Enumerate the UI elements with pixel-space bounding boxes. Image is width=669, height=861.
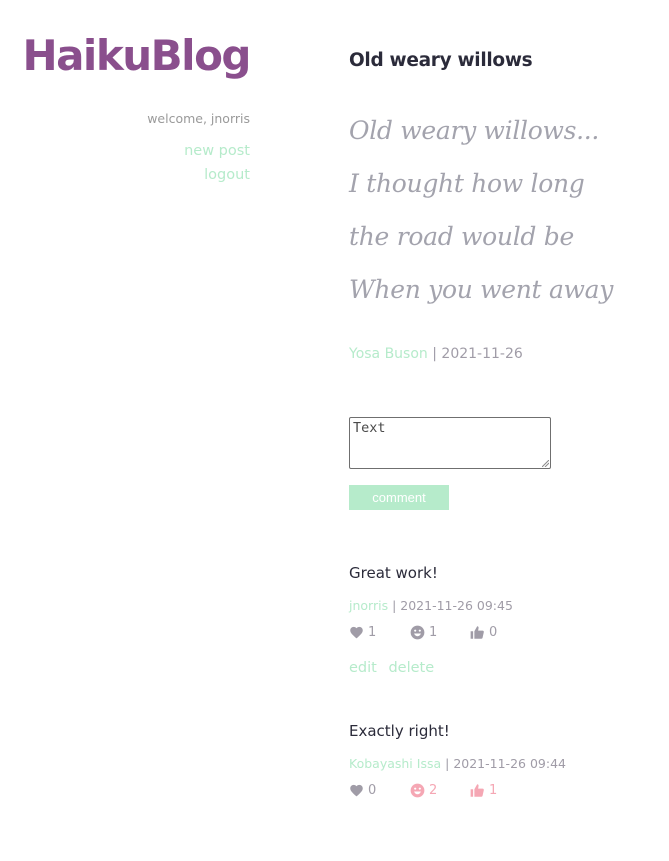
comment-text: Great work!: [349, 564, 438, 582]
comment-button[interactable]: comment: [349, 485, 449, 510]
comment-timestamp: 2021-11-26 09:44: [453, 756, 566, 771]
thumbs-reaction-button[interactable]: 0: [470, 625, 497, 640]
heart-count: 1: [368, 625, 377, 640]
thumbs-reaction-button[interactable]: 1: [470, 783, 497, 798]
thumbs-up-icon: [470, 784, 484, 797]
post-date: 2021-11-26: [441, 346, 523, 362]
comment-actions: edit delete: [349, 660, 441, 676]
haiku-line: When you went away: [349, 275, 614, 304]
comment-author-link[interactable]: jnorris: [349, 598, 388, 613]
heart-icon: [350, 784, 363, 797]
thumbs-count: 1: [489, 783, 498, 798]
comment-author-link[interactable]: Kobayashi Issa: [349, 756, 441, 771]
post-author-link[interactable]: Yosa Buson: [349, 346, 428, 362]
comment-timestamp: 2021-11-26 09:45: [400, 598, 513, 613]
heart-reaction-button[interactable]: 0: [349, 783, 376, 798]
heart-reaction-button[interactable]: 1: [349, 625, 376, 640]
smile-icon: [410, 625, 425, 640]
site-logo[interactable]: HaikuBlog: [22, 31, 251, 80]
smile-reaction-button[interactable]: 2: [410, 783, 437, 798]
meta-separator: |: [445, 756, 450, 771]
meta-separator: |: [432, 346, 437, 362]
comment-text: Exactly right!: [349, 722, 450, 740]
haiku-line: the road would be: [349, 222, 574, 251]
heart-count: 0: [368, 783, 377, 798]
edit-comment-link[interactable]: edit: [349, 660, 377, 676]
heart-icon: [350, 626, 363, 639]
new-post-link[interactable]: new post: [184, 143, 250, 159]
comment-meta: jnorris | 2021-11-26 09:45: [349, 598, 513, 613]
smile-icon: [410, 783, 425, 798]
comment-meta: Kobayashi Issa | 2021-11-26 09:44: [349, 756, 566, 771]
logout-link[interactable]: logout: [204, 167, 250, 183]
thumbs-up-icon: [470, 626, 484, 639]
haiku-line: Old weary willows...: [349, 116, 600, 145]
comment-input[interactable]: [349, 417, 551, 469]
smile-count: 2: [429, 783, 438, 798]
thumbs-count: 0: [489, 625, 498, 640]
post-meta: Yosa Buson | 2021-11-26: [349, 346, 523, 362]
delete-comment-link[interactable]: delete: [388, 660, 434, 676]
haiku-line: I thought how long: [349, 169, 585, 198]
welcome-text: welcome, jnorris: [147, 111, 250, 126]
haiku-body: Old weary willows... I thought how long …: [349, 104, 613, 316]
post-title: Old weary willows: [349, 50, 533, 71]
smile-count: 1: [429, 625, 438, 640]
meta-separator: |: [392, 598, 397, 613]
smile-reaction-button[interactable]: 1: [410, 625, 437, 640]
